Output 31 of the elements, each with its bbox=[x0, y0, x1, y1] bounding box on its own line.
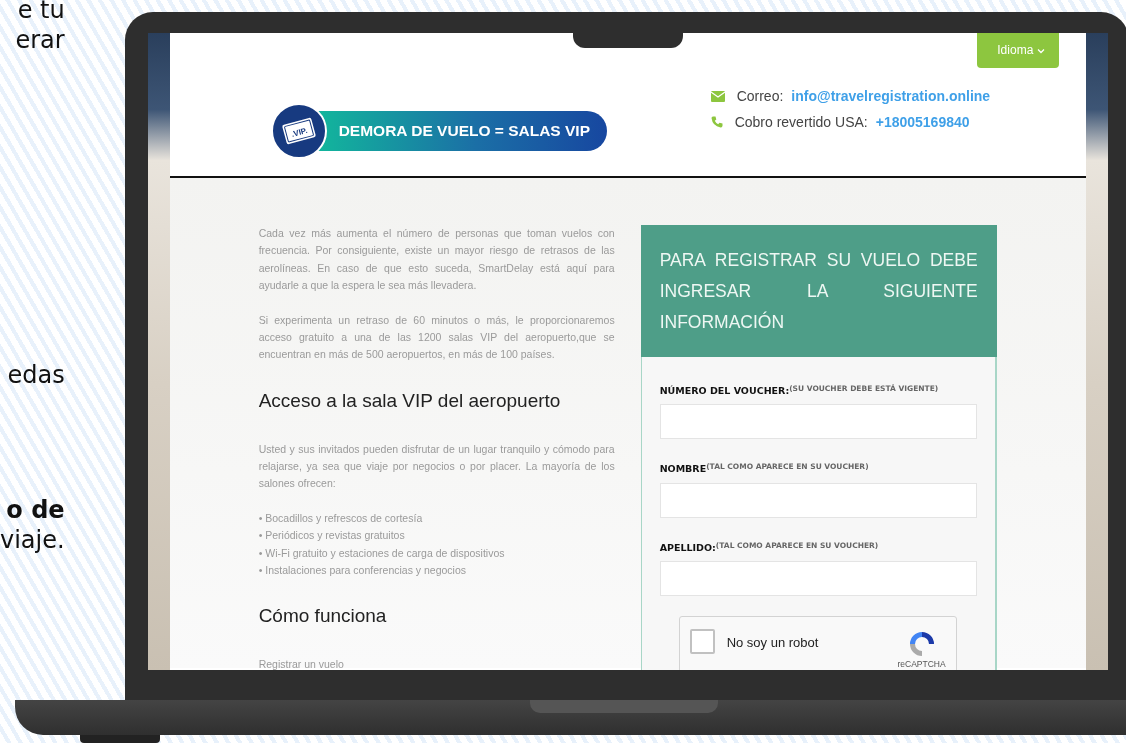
phone-link[interactable]: +18005169840 bbox=[875, 109, 970, 135]
contact-label: Correo: bbox=[736, 87, 784, 106]
text-fragment: erar bbox=[14, 25, 65, 55]
contact-label: Cobro revertido USA: bbox=[734, 113, 868, 132]
input-field[interactable] bbox=[659, 404, 977, 440]
envelope-icon bbox=[710, 90, 725, 102]
text-fragment: e tu bbox=[16, 0, 65, 25]
captcha-label: No soy un robot bbox=[726, 633, 820, 652]
list-item: • Periódicos y revistas gratuitos bbox=[258, 528, 406, 544]
intro-paragraph: Si experimenta un retraso de 60 minutos o más, le proporcionaremos acceso gratuito a una de las 1200 salas VIP del aeropuerto,que se encuentran en más de 500 aeropuertos, en más de 100 países. bbox=[258, 312, 615, 363]
checkbox[interactable] bbox=[689, 628, 715, 654]
captcha-brand: reCAPTCHA bbox=[897, 658, 946, 669]
vip-card-icon: .VIP. bbox=[270, 102, 327, 159]
intro-paragraph: Cada vez más aumenta el número de personas que toman vuelos con frecuencia. Por consiguiente, existe un mayor riesgo de retrasos de las aerolíneas. En caso de que esto suceda, SmartDelay está aquí para ayudarle a que la espera le sea más llevadera. bbox=[258, 226, 615, 294]
text-fragment: edas bbox=[6, 360, 65, 390]
caret-icon bbox=[1036, 47, 1045, 54]
email-link[interactable]: info@travelregistration.online bbox=[791, 83, 991, 109]
form-header: PARA REGISTRAR SU VUELO DEBE INGRESAR LA SIGUIENTE INFORMACIÓN bbox=[640, 225, 997, 357]
section-heading: Acceso a la sala VIP del aeropuerto bbox=[258, 389, 562, 413]
list-item: • Bocadillos y refrescos de cortesía bbox=[258, 510, 424, 526]
input-field[interactable] bbox=[659, 560, 977, 596]
text-fragment: viaje. bbox=[0, 525, 65, 555]
language-button[interactable]: Idioma bbox=[977, 33, 1059, 68]
input-field[interactable] bbox=[659, 482, 977, 518]
section-heading: Cómo funciona bbox=[258, 605, 388, 629]
section-paragraph: Registrar un vuelo bbox=[258, 657, 345, 670]
text-fragment: o de bbox=[5, 495, 65, 525]
list-item: • Instalaciones para conferencias y negocios bbox=[258, 563, 468, 579]
phone-icon bbox=[710, 116, 723, 128]
section-paragraph: Usted y sus invitados pueden disfrutar de un lugar tranquilo y cómodo para relajarse, ya sea que viaje por negocios o por placer. La mayoría de los salones ofrecen: bbox=[258, 441, 615, 492]
list-item: • Wi-Fi gratuito y estaciones de carga de dispositivos bbox=[258, 545, 506, 561]
